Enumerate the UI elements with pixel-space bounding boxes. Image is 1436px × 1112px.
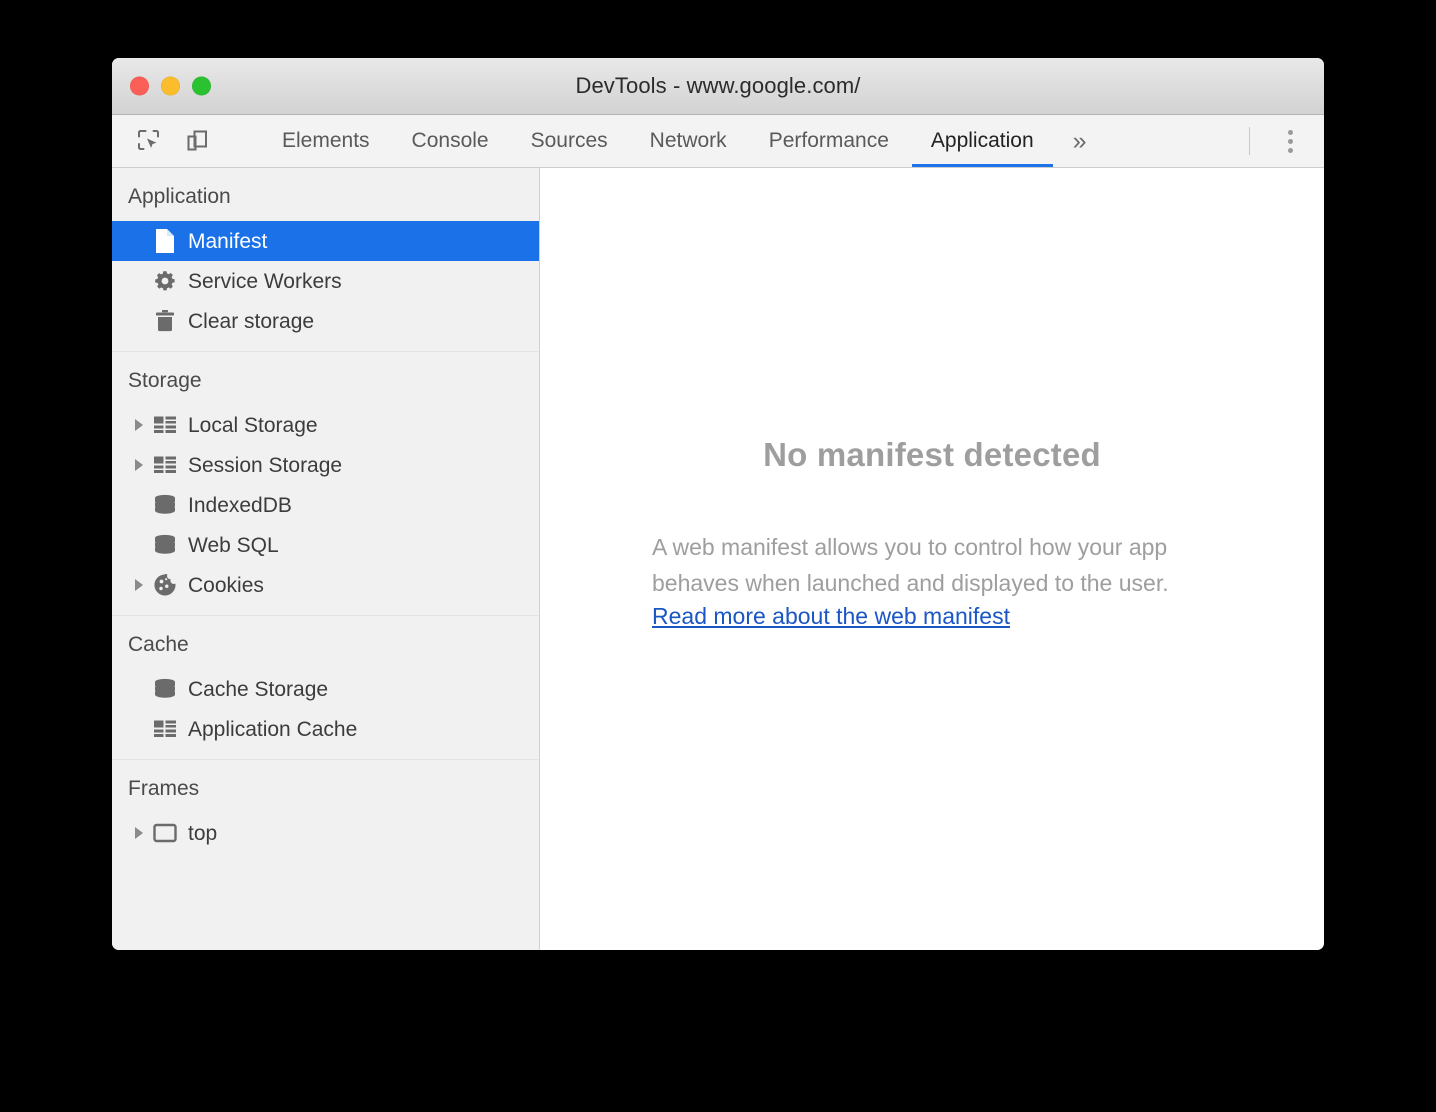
- kebab-dot: [1287, 129, 1293, 135]
- sidebar-item-label: Service Workers: [188, 269, 342, 293]
- table-icon: [150, 716, 180, 742]
- devtools-body: Application Manifest Service Workers Cle…: [112, 168, 1324, 950]
- section-title: Application: [128, 185, 231, 208]
- inspect-element-icon[interactable]: [132, 124, 166, 158]
- disclosure-triangle-icon[interactable]: [128, 419, 150, 431]
- tab-performance[interactable]: Performance: [748, 115, 910, 167]
- sidebar-item-label: Application Cache: [188, 717, 358, 741]
- tab-network[interactable]: Network: [629, 115, 748, 167]
- sidebar-item-local-storage[interactable]: Local Storage: [112, 405, 539, 445]
- close-button[interactable]: [130, 76, 149, 96]
- disclosure-triangle-icon[interactable]: [128, 459, 150, 471]
- empty-description: A web manifest allows you to control how…: [652, 534, 1169, 596]
- table-icon: [150, 452, 180, 478]
- database-icon: [150, 676, 180, 702]
- tab-console[interactable]: Console: [391, 115, 510, 167]
- window-titlebar: DevTools - www.google.com/: [112, 58, 1324, 115]
- disclosure-triangle-icon[interactable]: [128, 579, 150, 591]
- sidebar-item-application-cache[interactable]: Application Cache: [112, 709, 539, 749]
- sidebar-item-label: Manifest: [188, 229, 268, 253]
- document-icon: [150, 228, 180, 254]
- sidebar-section-application: Application Manifest Service Workers Cle…: [112, 168, 539, 351]
- tab-label: Application: [930, 129, 1034, 152]
- section-title: Cache: [128, 633, 189, 656]
- gear-icon: [150, 268, 180, 294]
- more-tabs-label: »: [1072, 126, 1087, 155]
- sidebar-item-session-storage[interactable]: Session Storage: [112, 445, 539, 485]
- sidebar-item-label: Session Storage: [188, 453, 343, 477]
- tab-elements[interactable]: Elements: [261, 115, 391, 167]
- tab-sources[interactable]: Sources: [510, 115, 629, 167]
- read-more-link[interactable]: Read more about the web manifest: [652, 603, 1010, 630]
- sidebar-item-label: Clear storage: [188, 309, 315, 333]
- toolbar-tool-buttons: [112, 115, 247, 167]
- sidebar-item-label: IndexedDB: [188, 493, 292, 517]
- tab-label: Elements: [282, 129, 370, 152]
- sidebar-item-manifest[interactable]: Manifest: [112, 221, 539, 261]
- empty-state: No manifest detected A web manifest allo…: [540, 436, 1324, 630]
- sidebar-item-label: Cache Storage: [188, 677, 329, 701]
- frame-icon: [150, 820, 180, 846]
- tab-label: Performance: [768, 129, 889, 152]
- more-tabs-chevron-icon[interactable]: »: [1055, 115, 1105, 167]
- zoom-button[interactable]: [192, 76, 211, 96]
- sidebar-item-cookies[interactable]: Cookies: [112, 565, 539, 605]
- devtools-toolbar: Elements Console Sources Network Perform…: [112, 115, 1324, 168]
- minimize-button[interactable]: [161, 76, 180, 96]
- toolbar-divider-right: [1249, 127, 1250, 155]
- kebab-dot: [1287, 138, 1293, 144]
- page-title: No manifest detected: [763, 436, 1101, 473]
- kebab-dot: [1287, 147, 1293, 153]
- devtools-window: DevTools - www.google.com/ Elements Cons…: [112, 58, 1324, 950]
- sidebar-item-clear-storage[interactable]: Clear storage: [112, 301, 539, 341]
- table-icon: [150, 412, 180, 438]
- sidebar-section-storage: Storage Local Storage Session Storage In…: [112, 351, 539, 615]
- cookie-icon: [150, 572, 180, 598]
- toolbar-right-group: [1249, 115, 1324, 167]
- sidebar-item-label: top: [188, 821, 218, 845]
- sidebar-item-service-workers[interactable]: Service Workers: [112, 261, 539, 301]
- tab-label: Network: [649, 129, 727, 152]
- disclosure-triangle-icon[interactable]: [128, 827, 150, 839]
- tab-label: Sources: [530, 129, 608, 152]
- sidebar-item-cache-storage[interactable]: Cache Storage: [112, 669, 539, 709]
- window-title: DevTools - www.google.com/: [575, 73, 861, 98]
- empty-link-wrapper: Read more about the web manifest: [652, 601, 1212, 630]
- tab-label: Console: [411, 129, 489, 152]
- sidebar-item-indexeddb[interactable]: IndexedDB: [112, 485, 539, 525]
- sidebar-item-label: Cookies: [188, 573, 264, 597]
- kebab-menu-icon[interactable]: [1270, 129, 1310, 153]
- section-title: Storage: [128, 369, 202, 392]
- sidebar-item-label: Local Storage: [188, 413, 318, 437]
- sidebar-section-cache: Cache Cache Storage Application Cache: [112, 615, 539, 759]
- trash-icon: [150, 308, 180, 334]
- database-icon: [150, 492, 180, 518]
- device-toolbar-icon[interactable]: [180, 124, 214, 158]
- section-title: Frames: [128, 777, 200, 800]
- tab-application[interactable]: Application: [910, 115, 1055, 167]
- sidebar-item-web-sql[interactable]: Web SQL: [112, 525, 539, 565]
- sidebar-item-label: Web SQL: [188, 533, 279, 557]
- panel-tabs: Elements Console Sources Network Perform…: [261, 115, 1105, 167]
- traffic-lights: [130, 76, 211, 96]
- sidebar-item-top-frame[interactable]: top: [112, 813, 539, 853]
- manifest-panel: No manifest detected A web manifest allo…: [540, 168, 1324, 950]
- database-icon: [150, 532, 180, 558]
- application-sidebar[interactable]: Application Manifest Service Workers Cle…: [112, 168, 540, 950]
- sidebar-section-frames: Frames top: [112, 759, 539, 863]
